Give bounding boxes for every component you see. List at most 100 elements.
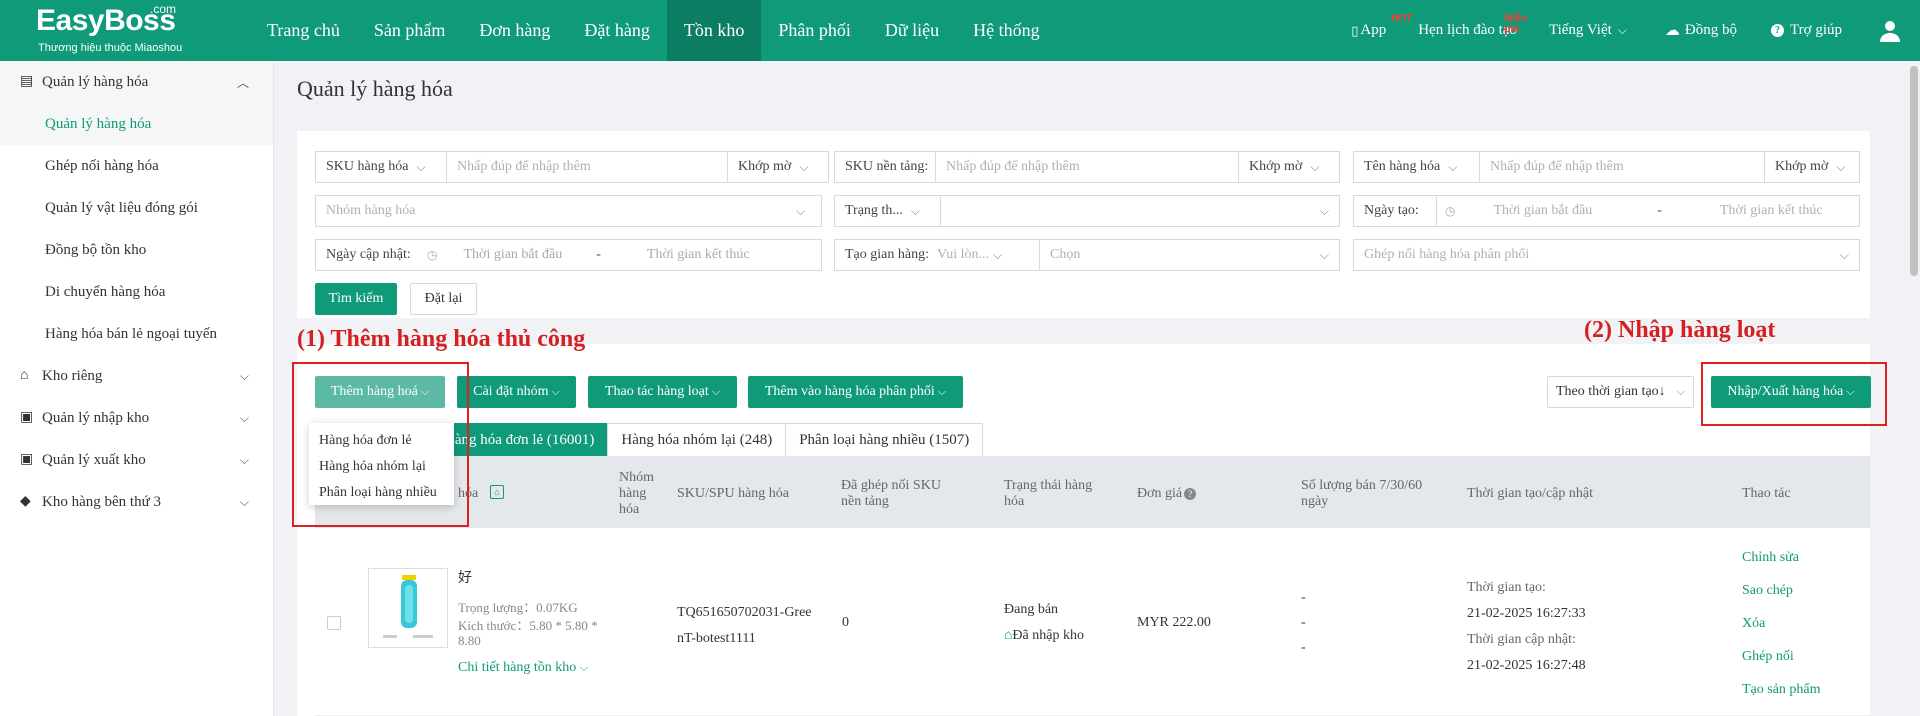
status-selling: Đang bán [1004,602,1059,617]
highlight-import-export [1701,362,1887,426]
column-sold: Số lượng bán 7/30/60 ngày [1301,478,1423,509]
nav-distribution[interactable]: Phân phối [761,0,868,61]
linked-count: 0 [842,615,849,630]
sidebar-item-packaging[interactable]: Quản lý vật liệu đóng gói [0,187,273,229]
logo[interactable]: EasyBoss .com Thương hiệu thuộc Miaoshou [0,0,250,61]
batch-actions-button[interactable]: Thao tác hàng loạt ⌵ [588,376,737,408]
updated-date-range[interactable]: Ngày cập nhật: ◷ Thời gian bắt đầu - Thờ… [315,239,822,271]
edit-link[interactable]: Chỉnh sửa [1742,549,1799,567]
store-type-select[interactable]: Tạo gian hàng: Vui lòn... ⌵ [835,240,1040,270]
column-sku: SKU/SPU hàng hóa [677,486,790,501]
nav-orders[interactable]: Đơn hàng [462,0,567,61]
status-label: Trạng th... [845,203,903,218]
link-goods-link[interactable]: Ghép nối [1742,648,1794,666]
goods-name-type-select[interactable]: Tên hàng hóa [1354,152,1480,182]
updated-time-label: Thời gian cập nhật: [1467,632,1576,647]
sku-match-select[interactable]: Khớp mờ [728,152,828,182]
delete-link[interactable]: Xóa [1742,615,1765,633]
goods-group-select[interactable]: Nhóm hàng hóa ⌵ [315,195,822,227]
sidebar-item-move-goods[interactable]: Di chuyển hàng hóa [0,271,273,313]
goods-name-input[interactable]: Nhấp đúp để nhập thêm [1480,152,1765,182]
sold-60-days: - [1301,640,1306,655]
sidebar-group-label: Kho riêng [42,367,103,384]
sidebar-item-stock-sync[interactable]: Đồng bộ tồn kho [0,229,273,271]
warehouse-status-label: Đã nhập kho [1012,628,1084,643]
sku-filter: SKU hàng hóa Nhấp đúp để nhập thêm Khớp … [315,151,829,183]
chevron-down-icon: ⌵ [579,662,589,674]
nav-home[interactable]: Trang chủ [250,0,357,61]
nav-products[interactable]: Sản phẩm [357,0,463,61]
page-scrollbar[interactable] [1910,66,1918,276]
search-button[interactable]: Tìm kiếm [315,283,397,315]
goods-group-placeholder: Nhóm hàng hóa [326,203,416,218]
top-tools: ▯ App HOT Hẹn lịch đào tạo Miễn phí Tiến… [1351,0,1920,61]
store-choose-select[interactable]: Chọn ⌵ [1040,240,1339,270]
tab-multi-variant[interactable]: Phân loại hàng nhiều (1507) [785,423,984,457]
created-date-range[interactable]: Ngày tạo: ◷ Thời gian bắt đầu - Thời gia… [1353,195,1860,227]
sku-type-select[interactable]: SKU hàng hóa [316,152,447,182]
tab-grouped-goods[interactable]: Hàng hóa nhóm lại (248) [607,423,787,457]
match-label: Khớp mờ [1249,159,1303,174]
sidebar-group-goods[interactable]: ▤ Quản lý hàng hóa ︿ [0,61,273,103]
created-end[interactable]: Thời gian kết thúc [1720,203,1823,219]
copy-link[interactable]: Sao chép [1742,582,1793,600]
chevron-down-icon: ⌵ [239,452,249,467]
chevron-down-icon: ⌵ [551,385,560,398]
table-header: hóa ⌂ Nhóm hàng hóa SKU/SPU hàng hóa Đã … [315,456,1870,528]
goods-name-match-select[interactable]: Khớp mờ [1765,152,1859,182]
status-type-select[interactable]: Trạng th... [835,196,941,226]
nav-inventory[interactable]: Tồn kho [666,0,762,61]
updated-start[interactable]: Thời gian bắt đầu [463,247,562,263]
updated-end[interactable]: Thời gian kết thúc [647,247,750,263]
sidebar-item-goods-management[interactable]: Quản lý hàng hóa [0,103,273,145]
clock-icon: ◷ [427,247,438,262]
user-avatar[interactable] [1878,19,1902,43]
chevron-down-icon: ⌵ [239,410,249,425]
question-icon[interactable]: ? [1184,488,1197,500]
sidebar-item-offline-retail[interactable]: Hàng hóa bán lẻ ngoại tuyến [0,313,273,355]
stock-detail-link[interactable]: Chi tiết hàng tồn kho ⌵ [458,659,588,677]
filter-icon[interactable]: ⌂ [490,485,504,499]
language-select[interactable]: Tiếng Việt ⌵ [1549,22,1627,39]
product-size: Kích thước：5.80 * 5.80 * 8.80 [458,618,598,648]
product-thumbnail[interactable] [368,568,448,648]
group-settings-label: Cài đặt nhóm [473,384,549,399]
sold-30-days: - [1301,615,1306,630]
reset-button[interactable]: Đặt lại [410,283,477,315]
sidebar-group-third-party[interactable]: ◆ Kho hàng bên thứ 3 ⌵ [0,481,273,523]
status-value-select[interactable]: ⌵ [941,196,1339,226]
sync-button[interactable]: ☁ Đồng bộ [1665,21,1737,40]
status-filter: Trạng th... ⌵ [834,195,1340,227]
sidebar-item-goods-linking[interactable]: Ghép nối hàng hóa [0,145,273,187]
help-button[interactable]: ? Trợ giúp [1771,22,1842,39]
sidebar-group-label: Quản lý nhập kho [42,409,150,426]
chevron-down-icon: ⌵ [993,247,1003,262]
sort-select[interactable]: Theo thời gian tạo↓ ⌵ [1547,376,1694,408]
nav-system[interactable]: Hệ thống [956,0,1057,61]
match-label: Khớp mờ [1775,159,1829,174]
sku-input[interactable]: Nhấp đúp để nhập thêm [447,152,728,182]
platform-sku-filter: SKU nền tảng: Nhấp đúp để nhập thêm Khớp… [834,151,1340,183]
batch-actions-label: Thao tác hàng loạt [604,384,709,399]
group-settings-button[interactable]: Cài đặt nhóm ⌵ [457,376,576,408]
create-product-link[interactable]: Tạo sản phẩm [1742,681,1821,699]
add-to-distribution-button[interactable]: Thêm vào hàng hóa phân phối ⌵ [748,376,963,408]
sidebar-group-inbound[interactable]: ▣ Quản lý nhập kho ⌵ [0,397,273,439]
stock-detail-label: Chi tiết hàng tồn kho [458,660,577,675]
sidebar-group-private-warehouse[interactable]: ⌂ Kho riêng ⌵ [0,355,273,397]
nav-data[interactable]: Dữ liệu [868,0,956,61]
nav-purchase[interactable]: Đặt hàng [567,0,666,61]
training-label: Hẹn lịch đào tạo [1418,22,1517,38]
training-link[interactable]: Hẹn lịch đào tạo Miễn phí [1418,13,1527,39]
choose-placeholder: Chọn [1050,247,1081,262]
app-link[interactable]: ▯ App HOT [1351,13,1412,39]
row-checkbox[interactable] [327,616,341,630]
created-start[interactable]: Thời gian bắt đầu [1493,203,1592,219]
clock-icon: ◷ [1445,203,1456,218]
platform-sku-input[interactable]: Nhấp đúp để nhập thêm [936,152,1239,182]
chevron-down-icon: ⌵ [1319,247,1329,262]
sidebar-group-outbound[interactable]: ▣ Quản lý xuất kho ⌵ [0,439,273,481]
chevron-down-icon: ⌵ [937,385,947,398]
platform-match-select[interactable]: Khớp mờ [1239,152,1339,182]
distribution-link-select[interactable]: Ghép nối hàng hóa phân phối ⌵ [1353,239,1860,271]
